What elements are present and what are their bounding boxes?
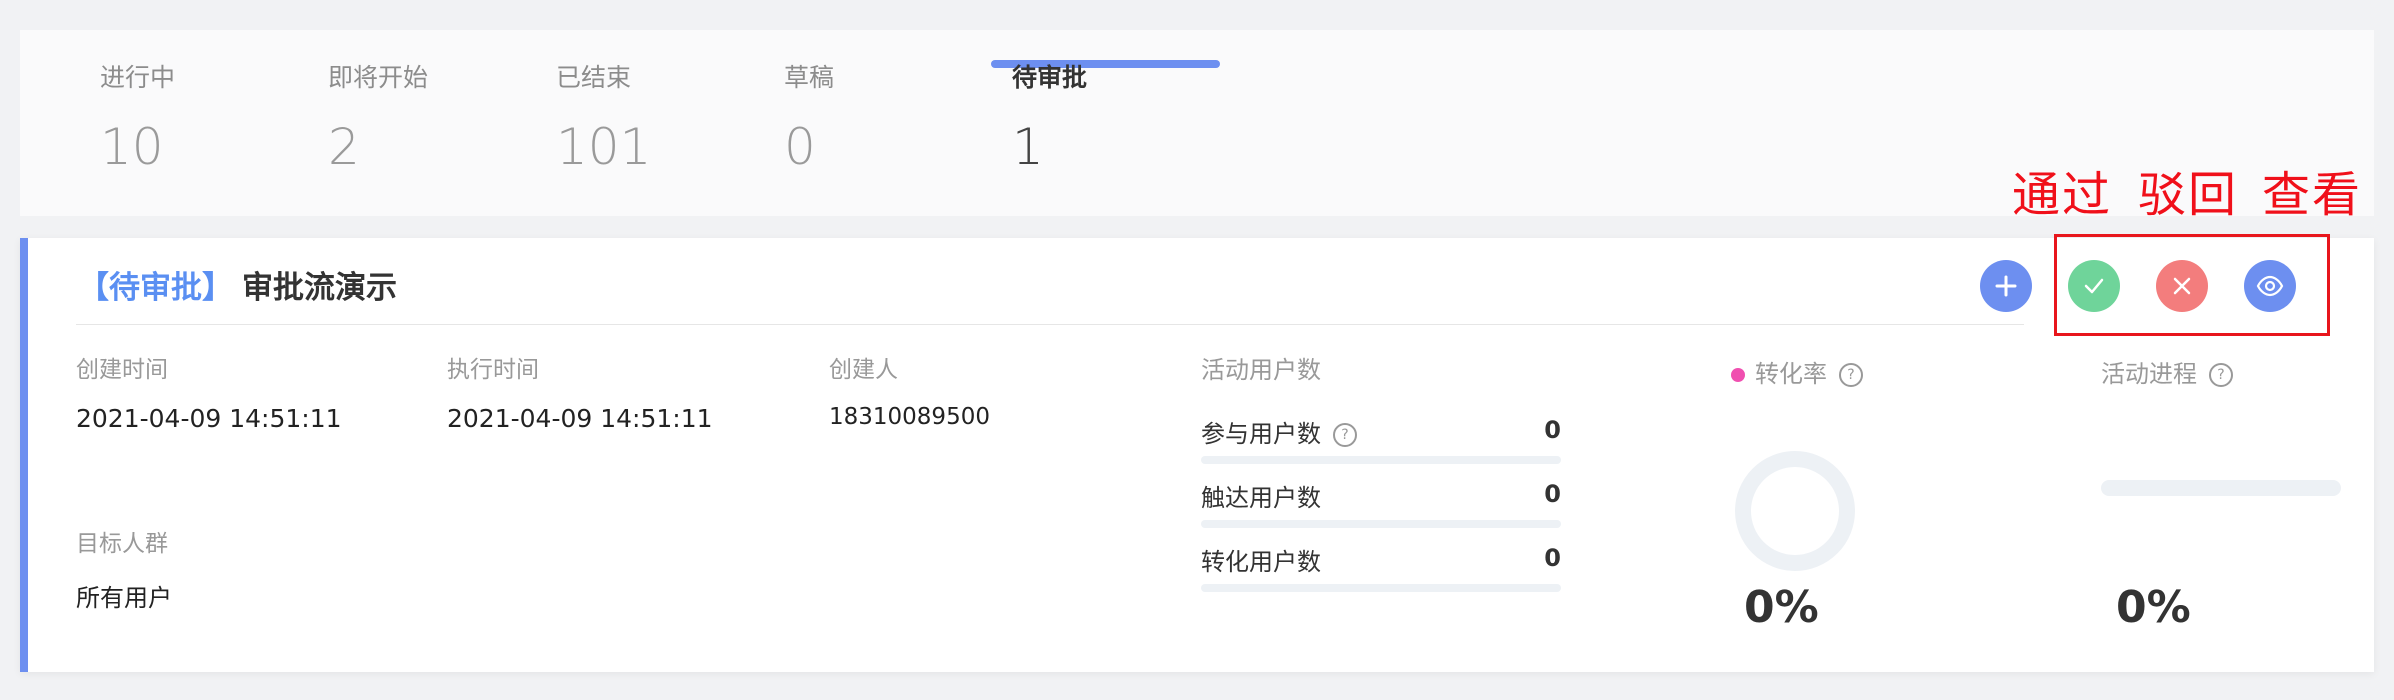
activity-progress-label: 活动进程? — [2101, 354, 2233, 389]
created-time-label: 创建时间 — [76, 357, 168, 383]
stat-label: 触达用户数 — [1201, 484, 1321, 512]
stat-bar — [1201, 584, 1561, 592]
tab-count: 0 — [784, 118, 816, 176]
annotation-approve: 通过 — [2012, 167, 2113, 223]
tab-label: 进行中 — [100, 63, 176, 92]
stat-row-converted: 转化用户数 0 — [1201, 542, 1561, 598]
plus-icon — [1995, 275, 2017, 297]
annotation-box — [2054, 234, 2330, 336]
exec-time-value: 2021-04-09 14:51:11 — [447, 404, 713, 433]
question-icon[interactable]: ? — [1839, 363, 1863, 387]
audience-value: 所有用户 — [76, 584, 172, 612]
audience-label: 目标人群 — [76, 531, 168, 557]
stat-bar — [1201, 456, 1561, 464]
stat-value: 0 — [1544, 416, 1561, 444]
creator-label: 创建人 — [829, 357, 898, 383]
conversion-ring — [1735, 451, 1855, 571]
activity-progress-value: 0% — [2116, 582, 2191, 633]
card-divider — [76, 324, 2024, 325]
activity-progress-bar — [2101, 480, 2341, 496]
tab-label: 待审批 — [1012, 63, 1088, 92]
tab-label: 草稿 — [784, 63, 835, 92]
status-tag: 【待审批】 — [78, 270, 233, 306]
tab-label: 已结束 — [556, 63, 632, 92]
activity-card: 【待审批】 审批流演示 创建时间 2021-04-09 14:51:11 执行时… — [20, 238, 2374, 672]
conversion-rate-label: 转化率? — [1731, 354, 1863, 389]
creator-value: 18310089500 — [829, 404, 990, 430]
conversion-rate-value: 0% — [1744, 582, 1819, 633]
question-icon[interactable]: ? — [1333, 423, 1357, 447]
stat-row-participants: 参与用户数? 0 — [1201, 414, 1561, 470]
stat-value: 0 — [1544, 544, 1561, 572]
stat-label: 参与用户数? — [1201, 414, 1357, 449]
tab-label: 即将开始 — [328, 63, 429, 92]
tab-count: 10 — [100, 118, 164, 176]
tab-count: 1 — [1012, 118, 1044, 176]
created-time-value: 2021-04-09 14:51:11 — [76, 404, 342, 433]
exec-time-label: 执行时间 — [447, 357, 539, 383]
stat-label: 转化用户数 — [1201, 548, 1321, 576]
annotation-reject: 驳回 — [2138, 167, 2239, 223]
stat-value: 0 — [1544, 480, 1561, 508]
question-icon[interactable]: ? — [2209, 363, 2233, 387]
annotation-view: 查看 — [2262, 167, 2363, 223]
active-users-label: 活动用户数 — [1201, 356, 1321, 384]
stat-bar — [1201, 520, 1561, 528]
tab-count: 2 — [328, 118, 360, 176]
add-button[interactable] — [1980, 260, 2032, 312]
legend-dot — [1731, 368, 1745, 382]
tab-count: 101 — [556, 118, 652, 176]
stat-row-reached: 触达用户数 0 — [1201, 478, 1561, 534]
card-title: 审批流演示 — [242, 270, 397, 306]
